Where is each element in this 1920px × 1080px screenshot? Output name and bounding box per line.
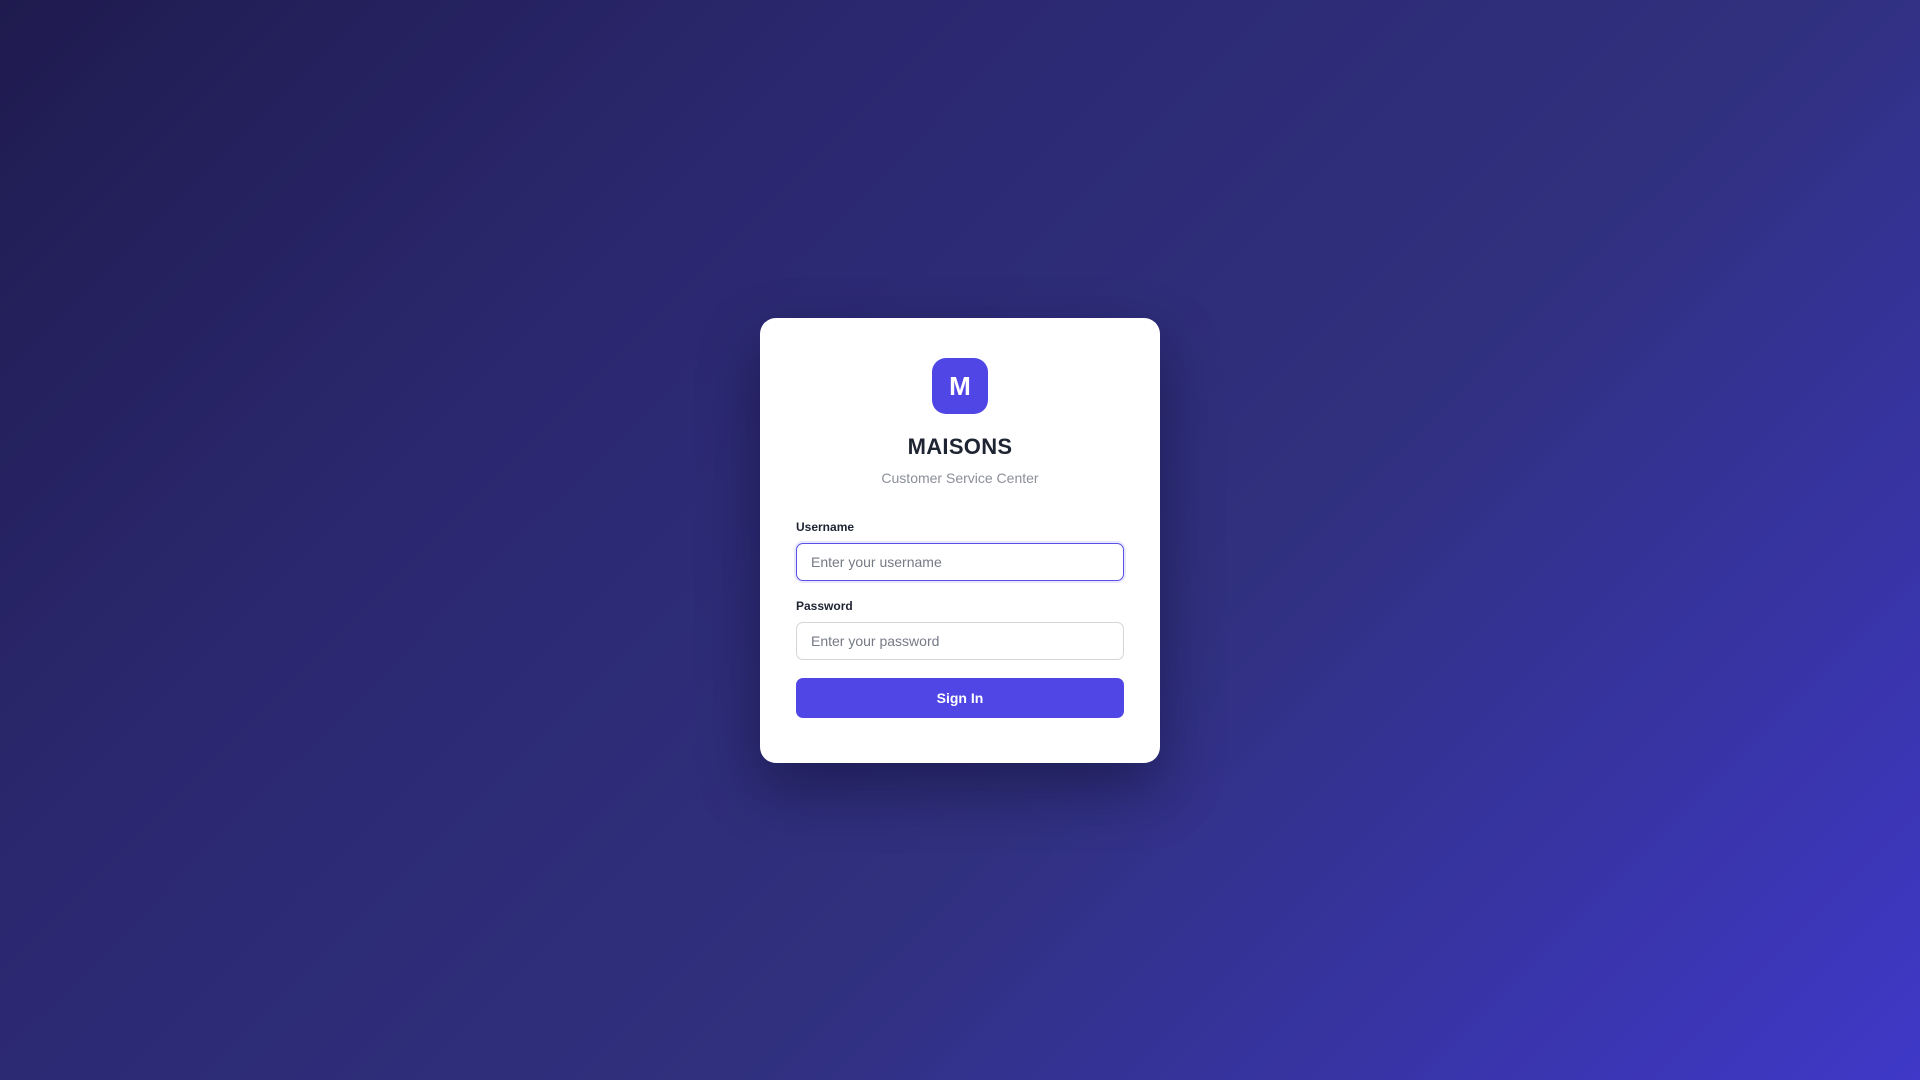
password-input[interactable] xyxy=(796,622,1124,660)
login-form: Username Password Sign In xyxy=(796,520,1124,718)
password-label: Password xyxy=(796,599,853,613)
brand-subtitle: Customer Service Center xyxy=(881,470,1039,486)
brand-logo-letter: M xyxy=(949,370,971,401)
username-field-group: Username xyxy=(796,520,1124,581)
sign-in-button[interactable]: Sign In xyxy=(796,678,1124,718)
username-input[interactable] xyxy=(796,543,1124,581)
username-label: Username xyxy=(796,520,855,534)
password-field-group: Password xyxy=(796,599,1124,660)
login-card: M MAISONS Customer Service Center Userna… xyxy=(760,318,1160,763)
brand-name: MAISONS xyxy=(907,434,1013,459)
brand-logo: M xyxy=(932,358,988,414)
